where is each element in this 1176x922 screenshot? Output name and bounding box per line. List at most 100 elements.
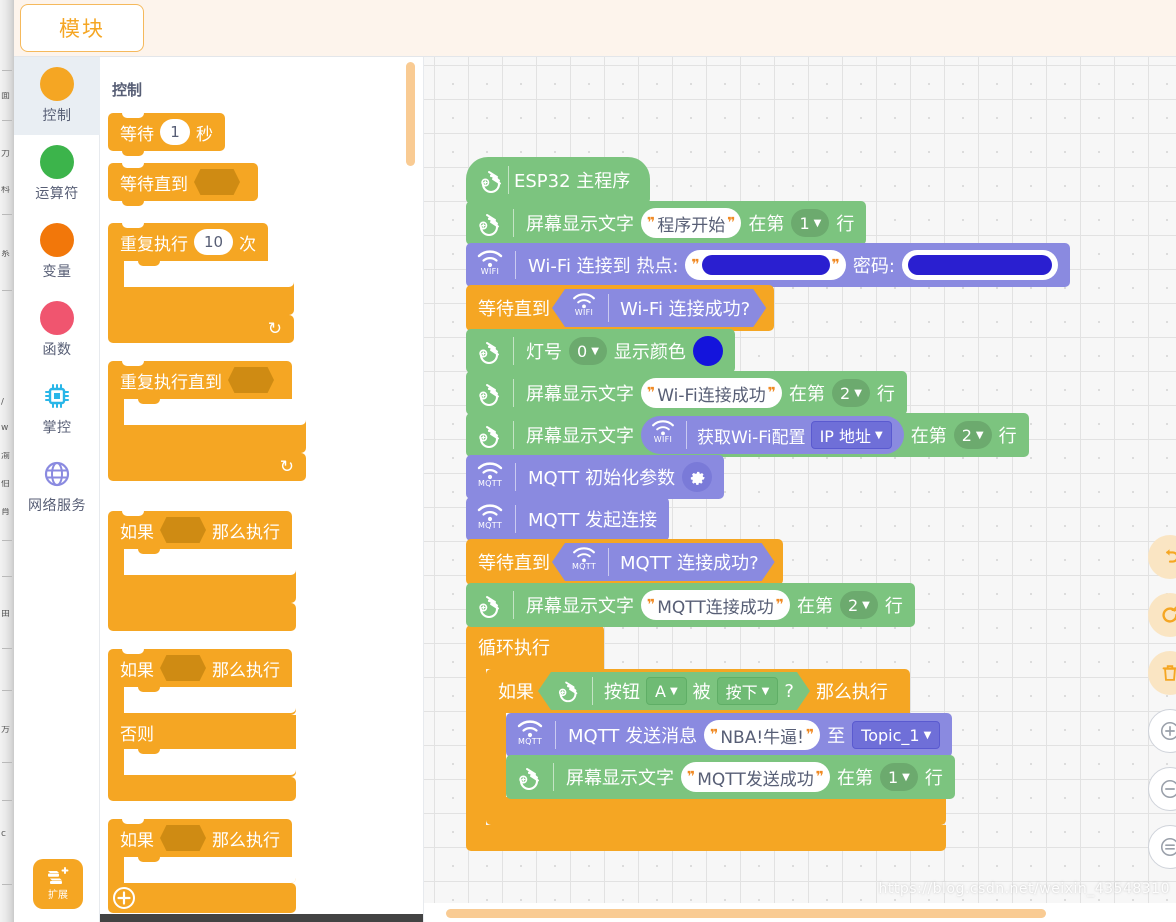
tab-module[interactable]: 模块: [20, 4, 144, 52]
block-mqtt-publish[interactable]: MQTT MQTT 发送消息 ❞ NBA!牛逼! ❞ 至 Topic_1 ▼: [506, 713, 955, 757]
line-dropdown[interactable]: 2 ▼: [832, 379, 870, 407]
block-if[interactable]: 如果 按钮 A ▼ 被 按下 ▼ ? 那么执行 MQTT MQTT 发送消息 ❞…: [486, 669, 955, 825]
block-wait-until-mqtt[interactable]: 等待直到 MQTT MQTT 连接成功?: [466, 539, 1070, 585]
divider: [515, 505, 516, 533]
boolean-slot[interactable]: [160, 517, 206, 543]
palette-block-if[interactable]: 如果 那么执行: [108, 511, 408, 631]
category-4[interactable]: 函数: [14, 291, 100, 369]
block-display-text-ip[interactable]: 屏幕显示文字 WIFI 获取Wi-Fi配置 IP 地址 ▼ 在第 2 ▼ 行: [466, 413, 1070, 457]
divider: [513, 379, 514, 407]
password-input[interactable]: [901, 250, 1058, 280]
reporter-mqtt-connected[interactable]: MQTT MQTT 连接成功?: [552, 543, 775, 581]
line-dropdown[interactable]: 1 ▼: [879, 763, 918, 791]
palette-block-repeat-value[interactable]: 10: [194, 229, 234, 255]
category-2[interactable]: 运算符: [14, 135, 100, 213]
line-dropdown[interactable]: 2 ▼: [839, 591, 878, 619]
reporter-wifi-connected[interactable]: WIFI Wi-Fi 连接成功?: [552, 289, 766, 327]
trash-button[interactable]: [1148, 651, 1176, 695]
palette-block-wait[interactable]: 等待 1 秒: [108, 113, 225, 156]
mpython-icon: [554, 676, 584, 706]
zoom-in-button[interactable]: [1148, 709, 1176, 753]
topic-dropdown[interactable]: Topic_1 ▼: [852, 721, 941, 749]
label: 在第: [836, 768, 873, 789]
ssid-input[interactable]: ❞ ❞: [685, 250, 846, 280]
workspace-canvas[interactable]: ESP32 主程序 屏幕显示文字 ❞ 程序开始 ❞ 在第 1 ▼ 行 WIFI …: [424, 57, 1176, 922]
block-display-text-4[interactable]: 屏幕显示文字 ❞ MQTT发送成功 ❞ 在第 1 ▼ 行: [506, 755, 955, 799]
block-rgb-led[interactable]: 灯号 0 ▼ 显示颜色: [466, 329, 1070, 373]
text-input[interactable]: ❞ 程序开始 ❞: [641, 208, 742, 238]
text-input[interactable]: ❞ Wi-Fi连接成功 ❞: [641, 378, 782, 408]
palette-bottom-edge: [100, 914, 423, 922]
wifi-icon: WIFI: [647, 419, 679, 451]
label: 屏幕显示文字: [526, 426, 634, 447]
led-index-dropdown[interactable]: 0 ▼: [569, 337, 607, 365]
divider: [555, 721, 556, 749]
category-sidebar: 控制 运算符 变量 函数掌控网络服务 扩展: [14, 57, 100, 922]
boolean-slot[interactable]: [160, 825, 206, 851]
block-mqtt-connect[interactable]: MQTT MQTT 发起连接: [466, 497, 1070, 541]
category-3[interactable]: 变量: [14, 213, 100, 291]
category-label: 网络服务: [28, 498, 86, 514]
palette-block-repeat-until[interactable]: 重复执行直到 ↻: [108, 361, 408, 481]
divider: [515, 463, 516, 491]
palette-block-wait-value[interactable]: 1: [160, 119, 190, 145]
dropdown-value: IP 地址: [819, 427, 872, 446]
boolean-slot[interactable]: [160, 655, 206, 681]
block-display-text-1[interactable]: 屏幕显示文字 ❞ 程序开始 ❞ 在第 1 ▼ 行: [466, 201, 1070, 245]
category-6[interactable]: 网络服务: [14, 447, 100, 525]
palette-block-if-plus-label-a: 如果: [120, 830, 154, 851]
reporter-wifi-config[interactable]: WIFI 获取Wi-Fi配置 IP 地址 ▼: [641, 416, 904, 454]
zoom-reset-button[interactable]: [1148, 825, 1176, 869]
category-5[interactable]: 掌控: [14, 369, 100, 447]
zoom-out-button[interactable]: [1148, 767, 1176, 811]
palette-block-if-else-label-b: 那么执行: [212, 660, 280, 681]
redo-button[interactable]: [1148, 593, 1176, 637]
block-forever[interactable]: 循环执行 如果 按钮 A ▼ 被 按下 ▼ ? 那么执行 MQTT MQTT 发…: [466, 625, 1070, 851]
tab-module-label: 模块: [59, 17, 105, 41]
line-dropdown[interactable]: 1 ▼: [791, 209, 830, 237]
undo-button[interactable]: [1148, 535, 1176, 579]
block-display-text-3[interactable]: 屏幕显示文字 ❞ MQTT连接成功 ❞ 在第 2 ▼ 行: [466, 583, 1070, 627]
ssid-redacted-value: [701, 255, 830, 275]
wifi-icon: WIFI: [474, 249, 506, 281]
label: 如果: [498, 682, 534, 703]
add-branch-icon[interactable]: [112, 886, 136, 910]
palette-block-if-label-a: 如果: [120, 522, 154, 543]
wifi-config-dropdown[interactable]: IP 地址 ▼: [810, 421, 892, 449]
message-input[interactable]: ❞ NBA!牛逼! ❞: [704, 720, 821, 750]
label: 在第: [910, 426, 947, 447]
category-label: 掌控: [42, 420, 72, 436]
gear-icon[interactable]: [682, 462, 713, 492]
quote-icon: ❞: [710, 727, 719, 743]
reporter-button-pressed[interactable]: 按钮 A ▼ 被 按下 ▼ ?: [538, 672, 810, 710]
palette-block-if-plus[interactable]: 如果 那么执行: [108, 819, 408, 913]
category-1[interactable]: 控制: [14, 57, 100, 135]
block-esp32-main[interactable]: ESP32 主程序: [466, 157, 1070, 203]
label: 屏幕显示文字: [526, 214, 634, 235]
palette-block-repeat[interactable]: 重复执行 10 次 ↻: [108, 223, 408, 343]
button-state-dropdown[interactable]: 按下 ▼: [717, 677, 779, 705]
block-mqtt-init[interactable]: MQTT MQTT 初始化参数: [466, 455, 1070, 499]
boolean-slot[interactable]: [194, 169, 240, 195]
loop-arrow-icon: ↻: [267, 319, 282, 339]
block-wait-until-wifi[interactable]: 等待直到 WIFI Wi-Fi 连接成功?: [466, 285, 1070, 331]
workspace-hscrollbar[interactable]: [446, 909, 1046, 918]
label: 等待直到: [478, 553, 550, 574]
boolean-slot[interactable]: [228, 367, 274, 393]
label: 被: [692, 682, 711, 703]
quote-icon: ❞: [647, 385, 656, 401]
palette-block-if-else[interactable]: 如果 那么执行 否则: [108, 649, 408, 801]
block-display-text-2[interactable]: 屏幕显示文字 ❞ Wi-Fi连接成功 ❞ 在第 2 ▼ 行: [466, 371, 1070, 415]
color-swatch[interactable]: [692, 336, 723, 366]
button-dropdown[interactable]: A ▼: [646, 677, 687, 705]
script-stack[interactable]: ESP32 主程序 屏幕显示文字 ❞ 程序开始 ❞ 在第 1 ▼ 行 WIFI …: [466, 157, 1070, 851]
line-dropdown[interactable]: 2 ▼: [953, 421, 992, 449]
quote-icon: ❞: [831, 257, 840, 273]
palette-block-wait-until[interactable]: 等待直到: [108, 163, 258, 206]
text-input[interactable]: ❞ MQTT发送成功 ❞: [681, 762, 830, 792]
extend-button[interactable]: 扩展: [33, 859, 83, 909]
block-palette[interactable]: 控制 等待 1 秒 等待直到 重复执行 10 次 ↻ 重复执行直到 ↻ 如果 那…: [100, 57, 424, 922]
mqtt-icon-label: MQTT: [517, 737, 543, 746]
text-input[interactable]: ❞ MQTT连接成功 ❞: [641, 590, 790, 620]
block-wifi-connect[interactable]: WIFI Wi-Fi 连接到 热点: ❞ ❞ 密码:: [466, 243, 1070, 287]
